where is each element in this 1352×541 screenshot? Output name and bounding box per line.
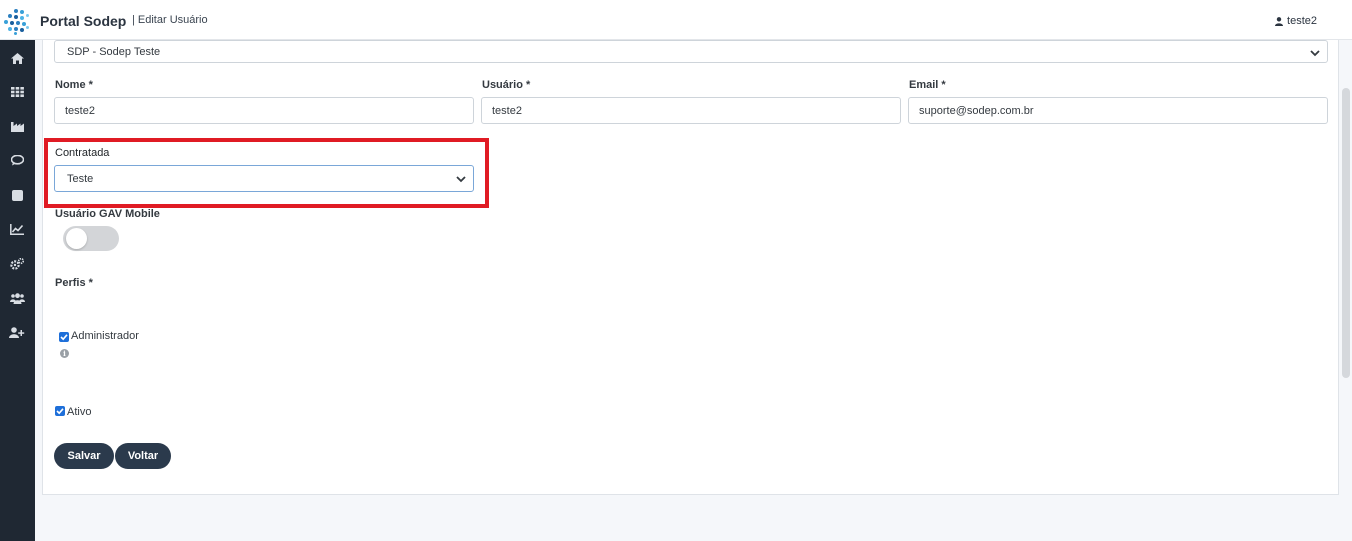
cogs-icon[interactable]: [9, 256, 25, 272]
chevron-down-icon: [1310, 50, 1320, 57]
home-icon[interactable]: [9, 50, 25, 66]
industry-icon[interactable]: [9, 118, 25, 134]
check-icon: [56, 408, 64, 415]
toggle-knob: [66, 228, 87, 249]
ativo-label: Ativo: [67, 406, 92, 418]
usuario-label: Usuário *: [482, 79, 531, 91]
usuario-input[interactable]: teste2: [481, 97, 901, 124]
gav-mobile-toggle[interactable]: [63, 226, 119, 251]
nome-label: Nome *: [55, 79, 93, 91]
edit-user-card: SDP - Sodep Teste Nome * teste2 Usuário …: [42, 40, 1339, 495]
company-select[interactable]: SDP - Sodep Teste: [54, 40, 1328, 63]
stop-icon[interactable]: [9, 187, 25, 203]
ativo-checkbox[interactable]: [55, 406, 65, 416]
sidebar: [0, 40, 35, 541]
top-header: Portal Sodep | Editar Usuário teste2: [0, 0, 1352, 40]
chevron-down-icon: [456, 176, 466, 183]
gav-mobile-label: Usuário GAV Mobile: [55, 208, 160, 220]
administrador-label: Administrador: [71, 330, 139, 342]
check-icon: [60, 334, 68, 341]
contratada-select[interactable]: Teste: [54, 165, 474, 192]
brand-title[interactable]: Portal Sodep: [40, 13, 126, 29]
back-button[interactable]: Voltar: [115, 443, 171, 469]
info-icon[interactable]: i: [60, 349, 69, 358]
contratada-value: Teste: [67, 172, 94, 185]
email-input[interactable]: suporte@sodep.com.br: [908, 97, 1328, 124]
company-select-value: SDP - Sodep Teste: [67, 45, 161, 58]
perfis-label: Perfis *: [55, 277, 93, 289]
breadcrumb: | Editar Usuário: [132, 14, 208, 26]
usuario-value: teste2: [492, 104, 522, 117]
comment-icon[interactable]: [9, 152, 25, 168]
page-scrollbar[interactable]: [1340, 40, 1352, 541]
save-button[interactable]: Salvar: [54, 443, 114, 469]
user-plus-icon[interactable]: [9, 324, 25, 340]
user-name: teste2: [1287, 15, 1317, 27]
nome-input[interactable]: teste2: [54, 97, 474, 124]
email-value: suporte@sodep.com.br: [919, 104, 1034, 117]
user-menu[interactable]: teste2: [1275, 15, 1317, 27]
scrollbar-thumb[interactable]: [1342, 88, 1350, 378]
contratada-label: Contratada: [55, 147, 110, 159]
administrador-checkbox[interactable]: [59, 332, 69, 342]
grid-icon[interactable]: [9, 84, 25, 100]
chart-line-icon[interactable]: [9, 221, 25, 237]
nome-value: teste2: [65, 104, 95, 117]
email-label: Email *: [909, 79, 946, 91]
user-icon: [1275, 16, 1284, 26]
users-icon[interactable]: [9, 290, 25, 306]
sodep-logo-icon[interactable]: [4, 9, 30, 35]
